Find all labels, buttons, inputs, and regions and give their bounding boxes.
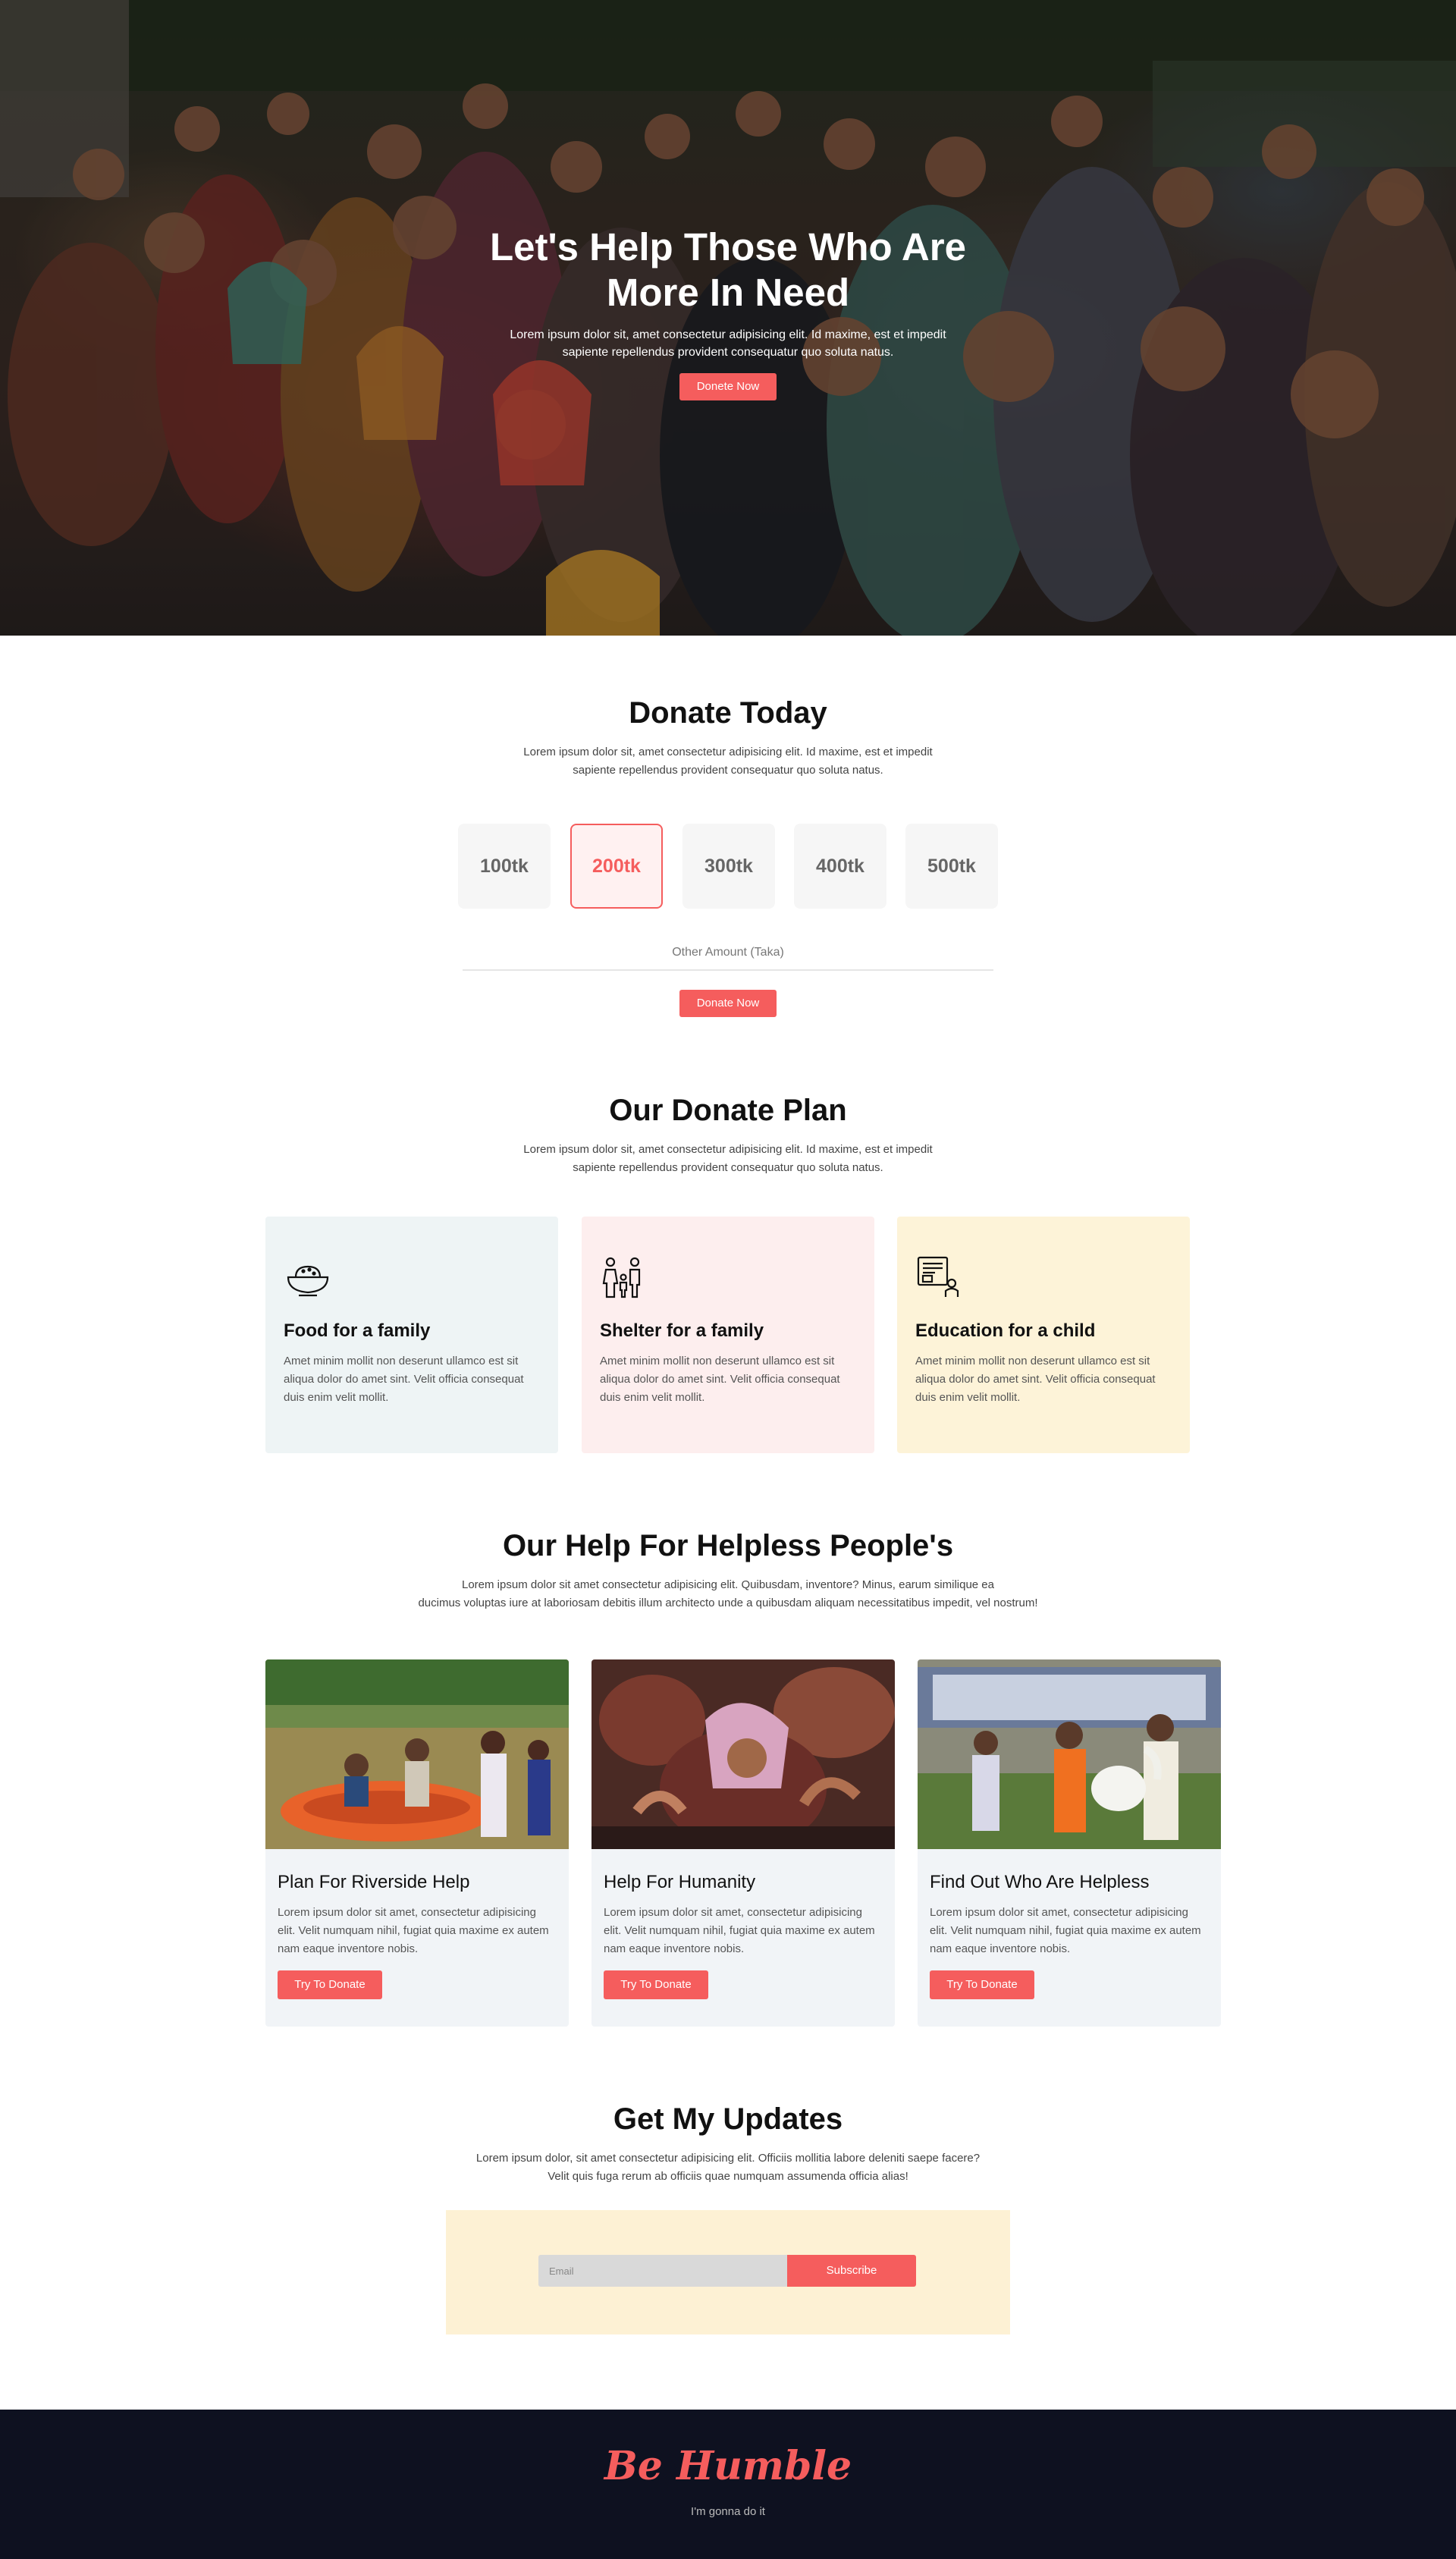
subscribe-button[interactable]: Subscribe <box>787 2255 916 2287</box>
email-input[interactable] <box>538 2255 789 2287</box>
amount-options: 100tk 200tk 300tk 400tk 500tk <box>458 824 998 909</box>
updates-description: Lorem ipsum dolor, sit amet consectetur … <box>440 2149 1016 2186</box>
humanity-crowd-image <box>592 1659 895 1849</box>
help-card-body: Plan For Riverside Help Lorem ipsum dolo… <box>265 1849 569 1999</box>
donate-today-title: Donate Today <box>629 696 827 730</box>
other-amount-field[interactable]: Other Amount (Taka) <box>0 946 1456 959</box>
help-card-description: Lorem ipsum dolor sit amet, consectetur … <box>604 1906 875 1955</box>
hero-donate-button[interactable]: Donete Now <box>679 373 777 400</box>
plan-title: Education for a child <box>915 1320 1096 1341</box>
help-card-description: Lorem ipsum dolor sit amet, consectetur … <box>278 1906 549 1955</box>
footer-logo[interactable]: Be Humble <box>0 2443 1456 2489</box>
amount-option-300[interactable]: 300tk <box>682 824 775 909</box>
updates-title: Get My Updates <box>613 2102 843 2136</box>
family-icon <box>602 1257 641 1298</box>
aid-distribution-image <box>918 1659 1221 1849</box>
plan-title: Shelter for a family <box>600 1320 764 1341</box>
try-to-donate-button[interactable]: Try To Donate <box>930 1970 1034 1999</box>
amount-option-400[interactable]: 400tk <box>794 824 886 909</box>
subscribe-panel: Subscribe <box>446 2210 1010 2334</box>
try-to-donate-button[interactable]: Try To Donate <box>278 1970 382 1999</box>
hero-title-line-1: Let's Help Those Who Are <box>490 225 966 268</box>
hero-section: Let's Help Those Who Are More In Need Lo… <box>0 0 1456 636</box>
help-card-title: Plan For Riverside Help <box>278 1872 470 1892</box>
amount-option-200-selected[interactable]: 200tk <box>570 824 663 909</box>
help-card-description: Lorem ipsum dolor sit amet, consectetur … <box>930 1906 1201 1955</box>
hero-title-line-2: More In Need <box>606 271 850 314</box>
plan-description: Amet minim mollit non deserunt ullamco e… <box>284 1355 524 1404</box>
donate-now-button[interactable]: Donate Now <box>679 990 777 1017</box>
riverside-rescue-image <box>265 1659 569 1849</box>
plan-card-education[interactable]: Education for a child Amet minim mollit … <box>897 1217 1190 1453</box>
hero-title: Let's Help Those Who Are More In Need <box>425 225 1031 316</box>
updates-description-line-1: Lorem ipsum dolor, sit amet consectetur … <box>475 2152 981 2165</box>
try-to-donate-button[interactable]: Try To Donate <box>604 1970 708 1999</box>
food-bowl-icon <box>287 1265 329 1297</box>
help-section-description: Lorem ipsum dolor sit amet consectetur a… <box>349 1576 1107 1612</box>
amount-option-500[interactable]: 500tk <box>905 824 998 909</box>
plan-description: Amet minim mollit non deserunt ullamco e… <box>600 1355 840 1404</box>
hero-content: Let's Help Those Who Are More In Need Lo… <box>425 225 1031 400</box>
education-board-icon <box>917 1256 959 1297</box>
donate-plan-description: Lorem ipsum dolor sit, amet consectetur … <box>523 1143 933 1174</box>
donate-plan-title: Our Donate Plan <box>609 1094 847 1127</box>
plan-card-food[interactable]: Food for a family Amet minim mollit non … <box>265 1217 558 1453</box>
help-section-title: Our Help For Helpless People's <box>502 1529 954 1562</box>
help-card-title: Help For Humanity <box>604 1872 756 1892</box>
plan-title: Food for a family <box>284 1320 431 1341</box>
help-description-line-1: Lorem ipsum dolor sit amet consectetur a… <box>462 1578 994 1591</box>
help-card-riverside: Plan For Riverside Help Lorem ipsum dolo… <box>265 1659 569 2027</box>
help-card-humanity: Help For Humanity Lorem ipsum dolor sit … <box>592 1659 895 2027</box>
help-card-body: Help For Humanity Lorem ipsum dolor sit … <box>592 1849 895 1999</box>
hero-description: Lorem ipsum dolor sit, amet consectetur … <box>510 328 946 359</box>
footer: Be Humble I'm gonna do it <box>0 2410 1456 2559</box>
donate-today-description: Lorem ipsum dolor sit, amet consectetur … <box>523 746 933 777</box>
help-description-line-2: ducimus voluptas iure at laboriosam debi… <box>418 1597 1038 1609</box>
other-amount-underline <box>463 969 993 971</box>
plan-description: Amet minim mollit non deserunt ullamco e… <box>915 1355 1156 1404</box>
help-card-title: Find Out Who Are Helpless <box>930 1872 1150 1892</box>
footer-tagline: I'm gonna do it <box>691 2505 765 2518</box>
help-card-helpless: Find Out Who Are Helpless Lorem ipsum do… <box>918 1659 1221 2027</box>
amount-option-100[interactable]: 100tk <box>458 824 551 909</box>
help-card-body: Find Out Who Are Helpless Lorem ipsum do… <box>918 1849 1221 1999</box>
updates-description-line-2: Velit quis fuga rerum ab officiis quae n… <box>548 2170 908 2183</box>
plan-card-shelter[interactable]: Shelter for a family Amet minim mollit n… <box>582 1217 874 1453</box>
